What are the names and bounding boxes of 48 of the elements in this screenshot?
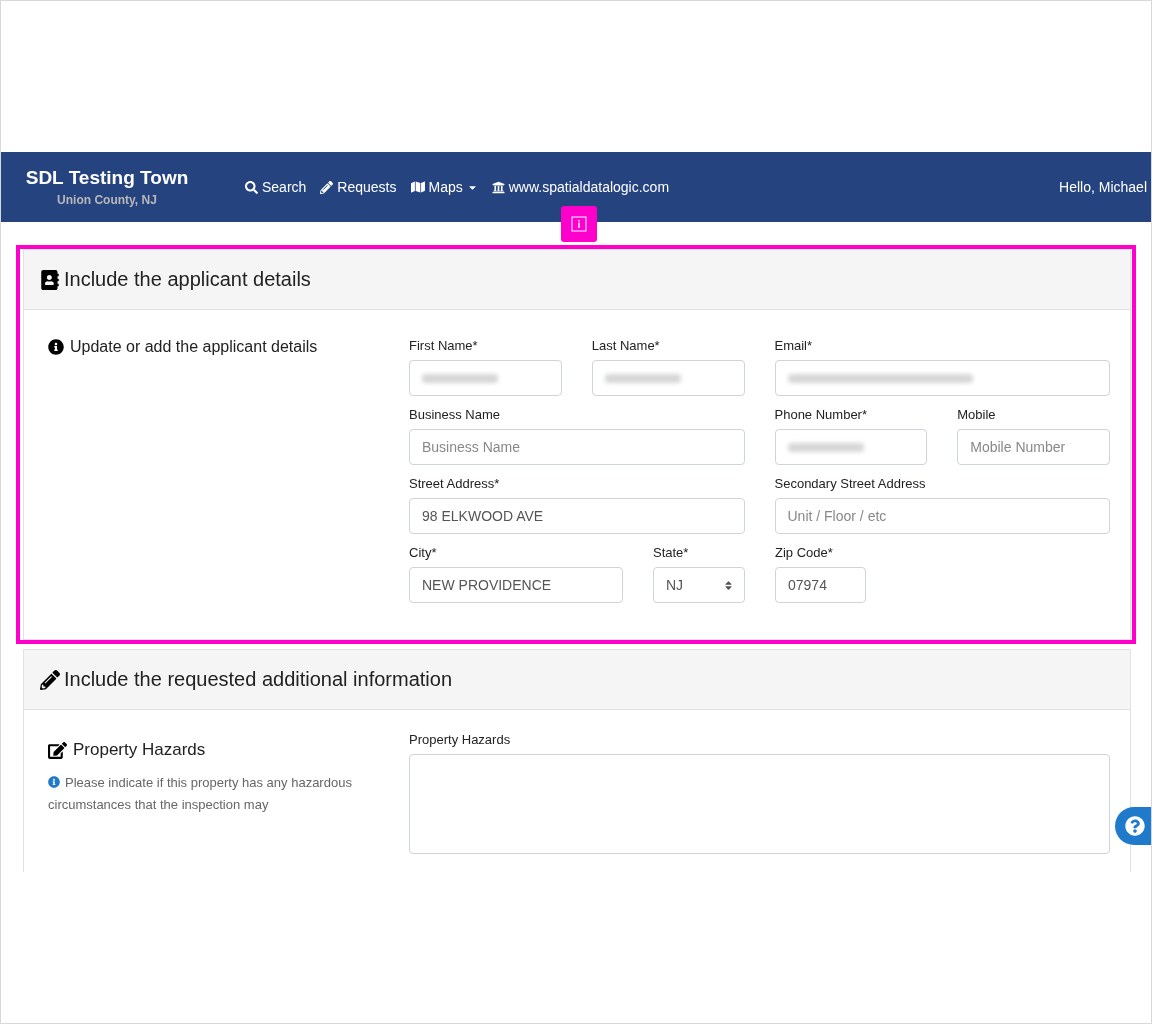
- contact-card-icon: [40, 269, 60, 290]
- site-subtitle: Union County, NJ: [57, 193, 157, 207]
- input-field[interactable]: [774, 360, 1110, 396]
- field-label: Business Name: [409, 407, 502, 422]
- field-heading: Property Hazards: [73, 740, 206, 760]
- map-icon: [410, 180, 425, 194]
- field-label: Street Address*: [409, 476, 501, 491]
- bank-icon: [491, 180, 505, 194]
- info-icon: [48, 776, 60, 788]
- card-title: Include the applicant details: [64, 268, 311, 291]
- pencil-icon: [40, 669, 60, 690]
- help-icon: [1125, 816, 1145, 836]
- field-label: Mobile: [957, 407, 997, 422]
- field-label: Secondary Street Address: [774, 476, 927, 491]
- input-field[interactable]: [409, 360, 562, 396]
- field-label: City*: [409, 545, 438, 560]
- field-label: Last Name*: [591, 338, 661, 353]
- user-greeting[interactable]: Hello, Michael: [1059, 179, 1151, 195]
- field-label: Phone Number*: [774, 407, 868, 422]
- state-select[interactable]: NJ: [653, 567, 745, 603]
- site-title: SDL Testing Town: [25, 167, 189, 189]
- nav-link[interactable]: Maps: [410, 179, 478, 195]
- field-label: First Name*: [409, 338, 479, 353]
- input-field[interactable]: NEW PROVIDENCE: [409, 567, 623, 603]
- input-field[interactable]: Unit / Floor / etc: [774, 498, 1110, 534]
- text-area[interactable]: [409, 754, 1110, 854]
- field-label: State*: [653, 545, 690, 560]
- nav-link[interactable]: Requests: [320, 179, 397, 195]
- edit-icon: [48, 740, 67, 760]
- input-field[interactable]: Mobile Number: [957, 429, 1110, 465]
- pencil-icon: [320, 180, 334, 194]
- field-label: Zip Code*: [775, 545, 834, 560]
- input-field[interactable]: [591, 360, 745, 396]
- sort-arrows-icon: [723, 579, 734, 591]
- nav-link[interactable]: Search: [245, 179, 307, 195]
- info-icon: [571, 216, 587, 232]
- input-field[interactable]: [774, 429, 928, 465]
- info-icon: [48, 339, 64, 355]
- field-label: Property Hazards: [409, 732, 512, 747]
- card-title: Include the requested additional information: [64, 668, 453, 691]
- nav-link[interactable]: www.spatialdatalogic.com: [491, 179, 670, 195]
- input-field[interactable]: 07974: [775, 567, 866, 603]
- section-intro: Update or add the applicant details: [70, 338, 318, 356]
- input-field[interactable]: 98 ELKWOOD AVE: [409, 498, 745, 534]
- field-label: Email*: [774, 338, 814, 353]
- search-icon: [245, 180, 258, 194]
- input-field[interactable]: Business Name: [409, 429, 745, 465]
- help-text: Please indicate if this property has any hazardous circumstances that the inspection may: [48, 774, 353, 814]
